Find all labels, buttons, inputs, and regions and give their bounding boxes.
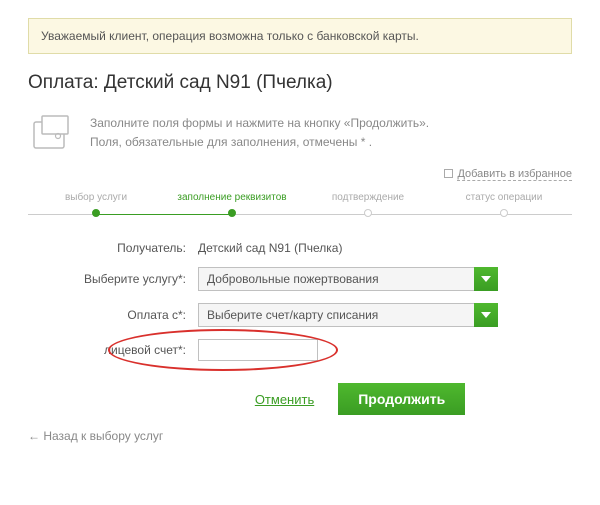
step-1: выбор услуги <box>28 192 164 217</box>
step-dot-icon <box>364 209 372 217</box>
account-row: лицевой счет*: <box>28 339 572 361</box>
add-favorites-link[interactable]: Добавить в избранное <box>457 168 572 181</box>
service-select[interactable]: Добровольные пожертвования <box>198 267 498 291</box>
actions-row: Отменить Продолжить <box>148 383 572 415</box>
back-link[interactable]: Назад к выбору услуг <box>28 429 163 443</box>
step-dot-icon <box>500 209 508 217</box>
payment-form: Получатель: Детский сад N91 (Пчелка) Выб… <box>28 241 572 361</box>
payfrom-row: Оплата с*: Выберите счет/карту списания <box>28 303 572 327</box>
recipient-row: Получатель: Детский сад N91 (Пчелка) <box>28 241 572 255</box>
service-label: Выберите услугу*: <box>28 272 198 286</box>
step-4-label: статус операции <box>436 192 572 203</box>
service-select-value: Добровольные пожертвования <box>198 267 498 291</box>
step-1-label: выбор услуги <box>28 192 164 203</box>
alert-banner: Уважаемый клиент, операция возможна толь… <box>28 18 572 54</box>
page-title: Оплата: Детский сад N91 (Пчелка) <box>28 72 572 94</box>
step-4: статус операции <box>436 192 572 217</box>
account-label: лицевой счет*: <box>28 343 198 357</box>
step-2: заполнение реквизитов <box>164 192 300 217</box>
account-input[interactable] <box>198 339 318 361</box>
step-3: подтверждение <box>300 192 436 217</box>
payfrom-label: Оплата с*: <box>28 308 198 322</box>
step-2-label: заполнение реквизитов <box>164 192 300 203</box>
favorite-icon <box>444 169 453 178</box>
info-line2: Поля, обязательные для заполнения, отмеч… <box>90 133 429 152</box>
alert-text: Уважаемый клиент, операция возможна толь… <box>41 29 419 43</box>
wallet-icon <box>28 114 76 154</box>
info-text: Заполните поля формы и нажмите на кнопку… <box>90 114 429 152</box>
payfrom-select-value: Выберите счет/карту списания <box>198 303 498 327</box>
recipient-value: Детский сад N91 (Пчелка) <box>198 241 342 255</box>
cancel-link[interactable]: Отменить <box>255 392 314 407</box>
step-3-label: подтверждение <box>300 192 436 203</box>
info-line1: Заполните поля формы и нажмите на кнопку… <box>90 114 429 133</box>
continue-button[interactable]: Продолжить <box>338 383 465 415</box>
step-dot-icon <box>92 209 100 217</box>
chevron-down-icon[interactable] <box>474 303 498 327</box>
progress-stepper: выбор услуги заполнение реквизитов подтв… <box>28 192 572 217</box>
payfrom-select[interactable]: Выберите счет/карту списания <box>198 303 498 327</box>
chevron-down-icon[interactable] <box>474 267 498 291</box>
info-row: Заполните поля формы и нажмите на кнопку… <box>28 114 572 154</box>
recipient-label: Получатель: <box>28 241 198 255</box>
step-dot-icon <box>228 209 236 217</box>
service-row: Выберите услугу*: Добровольные пожертвов… <box>28 267 572 291</box>
